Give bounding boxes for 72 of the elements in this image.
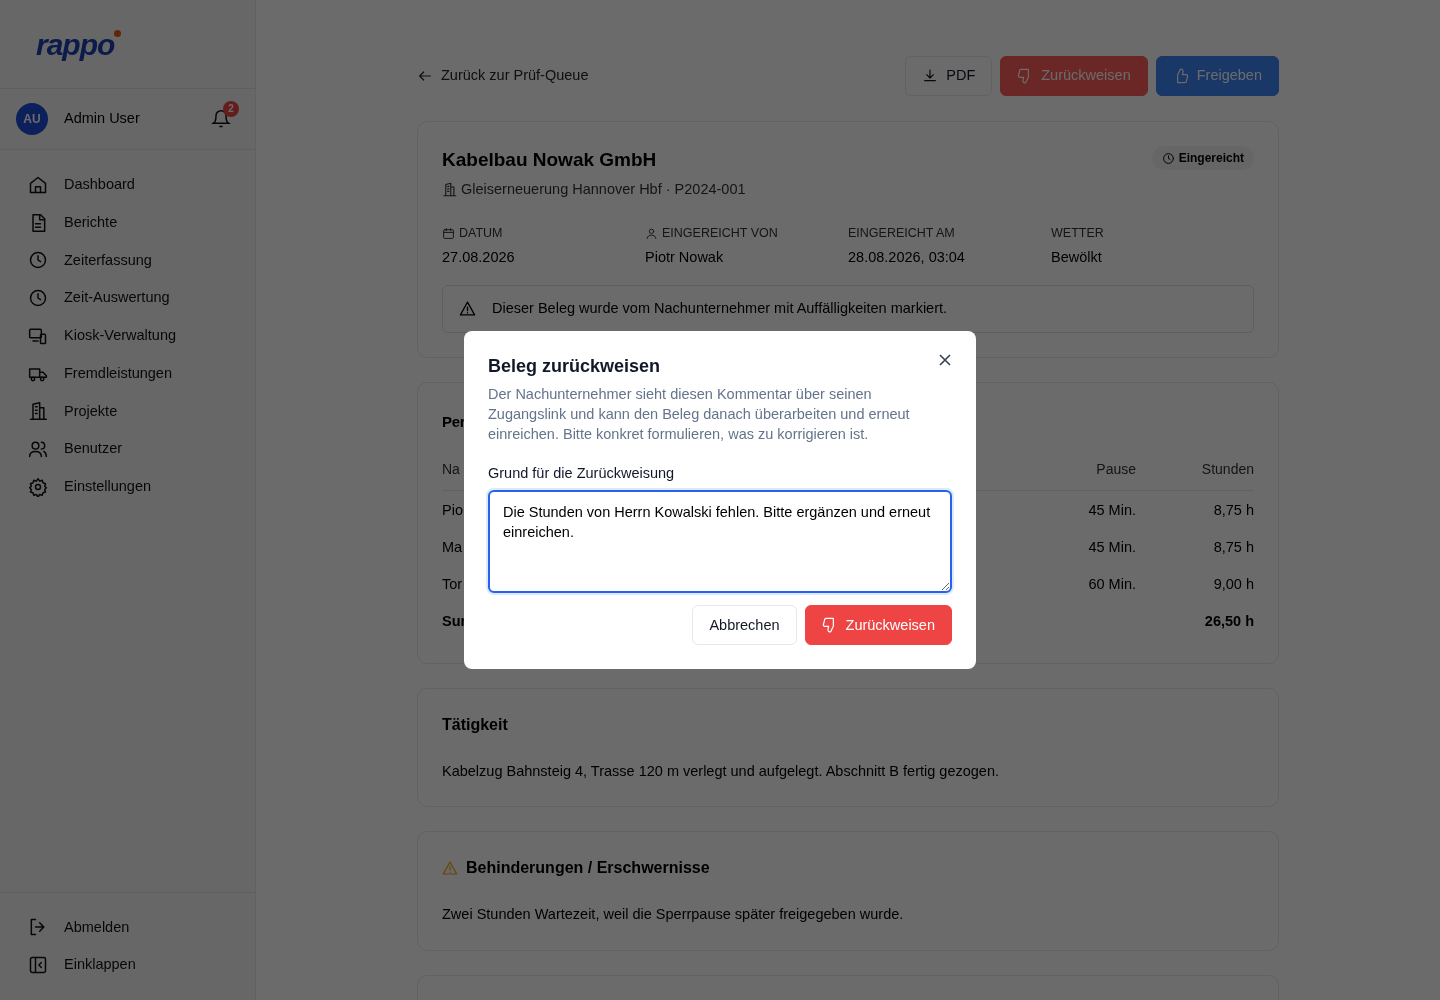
nav-item[interactable]: Projekte [0, 392, 255, 431]
building-icon [28, 401, 48, 422]
close-icon [938, 352, 952, 367]
nav-item[interactable]: Kiosk-Verwaltung [0, 317, 255, 355]
table-cell-text: 8,75 h [1212, 501, 1254, 519]
pdf-button[interactable]: PDF [905, 56, 993, 96]
home-icon [28, 174, 48, 195]
reason-field[interactable]: Die Stunden von Herrn Kowalski fehlen. Bitte ergänzen und erneut einreichen. [488, 490, 952, 594]
logo-dot-icon [114, 30, 122, 37]
table-cell-text: Ma [442, 538, 463, 556]
users-icon [28, 439, 48, 460]
reject-button[interactable]: Zurückweisen [804, 605, 952, 646]
building-icon [442, 182, 457, 198]
warning-icon [442, 860, 458, 877]
meta-label: DATUM [459, 225, 503, 243]
table-cell-text: Tor [442, 575, 463, 593]
clock-icon [28, 250, 48, 271]
clock-icon [1161, 151, 1175, 165]
dialog-title: Beleg zurückweisen [488, 354, 662, 378]
warning-icon [459, 300, 476, 318]
nav-item[interactable]: Einstellungen [0, 468, 255, 506]
sidebar-collapse-icon [28, 955, 48, 976]
notification-count: 2 [223, 101, 239, 117]
logo: rappo [36, 30, 115, 60]
column-header: Pause [1095, 460, 1136, 479]
nav-item[interactable]: Berichte [0, 203, 255, 242]
field-label: Grund für die Zurückweisung [488, 463, 676, 483]
user-avatar[interactable]: AU [16, 103, 48, 135]
table-cell-text: 8,75 h [1212, 538, 1254, 556]
nav-item[interactable]: Einklappen [0, 946, 255, 984]
status-badge: Eingereicht [1151, 146, 1254, 170]
settings-icon [28, 476, 48, 497]
table-cell-text: 60 Min. [1087, 575, 1136, 593]
meta-value: Bewölkt [1051, 248, 1102, 267]
project-subtitle: Gleiserneuerung Hannover Hbf · P2024-001 [461, 179, 746, 199]
activity-text: Kabelzug Bahnsteig 4, Trasse 120 m verlegt und aufgelegt. Abschnitt B fertig gezogen. [442, 761, 1000, 781]
meta-value: 27.08.2026 [442, 248, 515, 267]
table-cell-text: Pio [442, 501, 463, 519]
nav-item[interactable]: Zeiterfassung [0, 241, 255, 280]
section-title: Tätigkeit [442, 714, 509, 735]
nav-item[interactable]: Dashboard [0, 166, 255, 204]
user-name: Admin User [64, 109, 141, 129]
download-icon [922, 68, 939, 84]
section-title: Per [442, 411, 466, 432]
table-cell-text: 45 Min. [1087, 501, 1136, 519]
column-header: Na [442, 460, 460, 479]
nav-item[interactable]: Fremdleistungen [0, 354, 255, 393]
table-cell-text: 45 Min. [1087, 538, 1136, 556]
reject-button[interactable]: Zurückweisen [1000, 56, 1148, 96]
meta-label: EINGEREICHT VON [662, 225, 778, 243]
nav-item[interactable]: Benutzer [0, 430, 255, 468]
table-cell-text: 26,50 h [1203, 612, 1254, 630]
meta-label: WETTER [1051, 225, 1104, 243]
meta-value: 28.08.2026, 03:04 [848, 248, 965, 267]
meta-value: Piotr Nowak [645, 248, 724, 267]
company-title: Kabelbau Nowak GmbH [442, 148, 658, 172]
back-link[interactable]: Zurück zur Prüf-Queue [417, 65, 589, 87]
column-header: Stunden [1200, 460, 1254, 479]
table-cell-text: Sur [442, 612, 467, 630]
obstacles-text: Zwei Stunden Wartezeit, weil die Sperrpause später freigegeben wurde. [442, 905, 905, 925]
approve-button[interactable]: Freigeben [1155, 56, 1279, 96]
dialog-description: Der Nachunternehmer sieht diesen Kommentar über seinen Zugangslink und kann den Beleg danach überarbeiten und erneut einreichen. Bitte konkret formulieren, was zu korrigieren ist. [488, 384, 911, 444]
nav-item[interactable]: Zeit-Auswertung [0, 279, 255, 317]
user-icon [645, 227, 658, 241]
calendar-icon [442, 227, 455, 241]
table-cell-text: 9,00 h [1212, 575, 1254, 593]
meta-label: EINGEREICHT AM [848, 225, 955, 243]
nav-item[interactable]: Abmelden [0, 908, 255, 947]
back-arrow-icon [417, 68, 433, 84]
clock-icon [28, 288, 48, 309]
cancel-button[interactable]: Abbrechen [692, 605, 797, 646]
section-title: Behinderungen / Erschwernisse [466, 858, 710, 879]
